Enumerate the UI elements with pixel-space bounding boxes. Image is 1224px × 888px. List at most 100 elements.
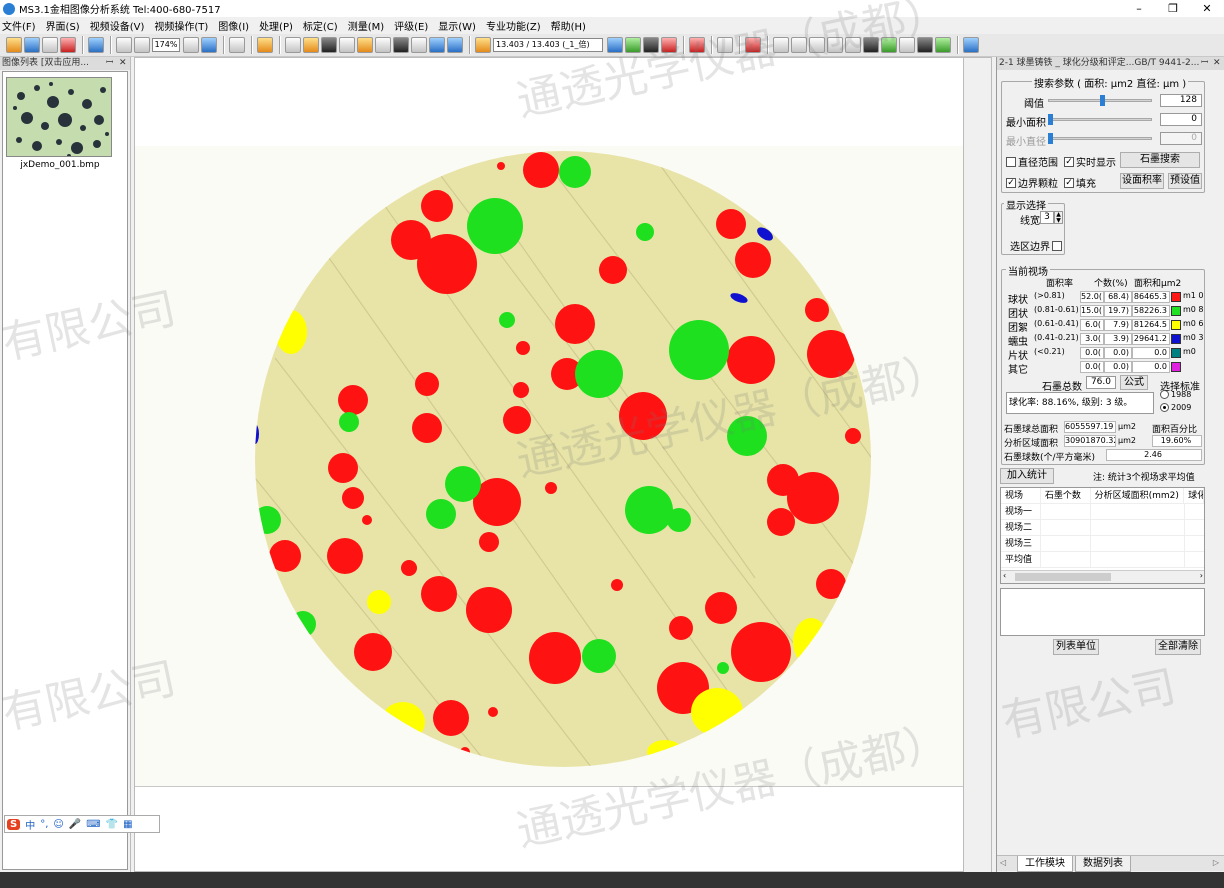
power-icon[interactable] <box>689 37 705 53</box>
color-wheel-icon[interactable] <box>661 37 677 53</box>
linewidth-value[interactable]: 3 <box>1040 211 1054 224</box>
threshold-slider-thumb[interactable] <box>1100 95 1105 106</box>
camera-icon[interactable] <box>393 37 409 53</box>
graphite-search-button[interactable]: 石墨搜索 <box>1120 152 1200 168</box>
contrast-icon[interactable] <box>863 37 879 53</box>
save-icon[interactable] <box>88 37 104 53</box>
open-image-icon[interactable] <box>24 37 40 53</box>
set-area-ratio-button[interactable]: 设面积率 <box>1120 173 1164 189</box>
lightning-icon[interactable] <box>357 37 373 53</box>
ime-punctuation-icon[interactable]: °, <box>40 819 48 830</box>
panel-close-icon[interactable]: ✕ <box>1213 57 1221 70</box>
fill-checkbox[interactable]: ✓ 填充 <box>1064 175 1096 190</box>
text-n-icon[interactable] <box>791 37 807 53</box>
capture-icon[interactable] <box>229 37 245 53</box>
ime-emoji-icon[interactable]: ☺ <box>53 819 63 830</box>
diameter-range-checkbox[interactable]: 直径范围 <box>1006 154 1058 169</box>
menu-image[interactable]: 图像(I) <box>218 18 249 33</box>
grayscale-icon[interactable] <box>899 37 915 53</box>
menu-professional[interactable]: 专业功能(Z) <box>486 18 541 33</box>
menu-display[interactable]: 显示(W) <box>438 18 476 33</box>
scrollbar-thumb[interactable] <box>1015 573 1111 581</box>
menu-help[interactable]: 帮助(H) <box>551 18 586 33</box>
snowflake-icon[interactable] <box>845 37 861 53</box>
table-row[interactable]: 视场一 <box>1001 504 1204 520</box>
tab-data-list[interactable]: 数据列表 <box>1075 856 1131 872</box>
info-icon[interactable] <box>963 37 979 53</box>
print-icon[interactable] <box>42 37 58 53</box>
export-icon[interactable] <box>607 37 623 53</box>
min-diameter-slider[interactable] <box>1048 133 1152 144</box>
minimize-button[interactable]: – <box>1122 0 1156 17</box>
tab-scroll-left-icon[interactable]: ◁ <box>1000 858 1006 867</box>
scroll-right-icon[interactable]: › <box>1200 571 1203 580</box>
fit-icon[interactable] <box>116 37 132 53</box>
pin-icon[interactable]: ꟷ <box>1201 57 1208 70</box>
threshold-slider[interactable] <box>1048 95 1152 106</box>
formula-button[interactable]: 公式 <box>1120 375 1148 390</box>
settings-icon[interactable] <box>339 37 355 53</box>
lens-icon[interactable] <box>411 37 427 53</box>
preset-button[interactable]: 预设值 <box>1168 173 1202 189</box>
clear-all-button[interactable]: 全部清除 <box>1155 639 1201 655</box>
open-folder-icon[interactable] <box>6 37 22 53</box>
threshold-value[interactable]: 128 <box>1160 94 1202 107</box>
ruler-bars-icon[interactable] <box>475 37 491 53</box>
close-image-icon[interactable] <box>60 37 76 53</box>
min-area-value[interactable]: 0 <box>1160 113 1202 126</box>
pen-icon[interactable] <box>809 37 825 53</box>
min-area-slider[interactable] <box>1048 114 1152 125</box>
standard-1988-radio[interactable]: 1988 <box>1160 390 1191 399</box>
ime-toolbar[interactable]: S 中 °, ☺ 🎤 ⌨ 👕 ▦ <box>4 815 160 833</box>
report-icon[interactable] <box>625 37 641 53</box>
spray-icon[interactable] <box>375 37 391 53</box>
min-area-slider-thumb[interactable] <box>1048 114 1053 125</box>
list-unit-button[interactable]: 列表单位 <box>1053 639 1099 655</box>
menu-video-operation[interactable]: 视频操作(T) <box>154 18 208 33</box>
zoom-out-icon[interactable] <box>183 37 199 53</box>
ime-chinese-mode[interactable]: 中 <box>25 817 35 832</box>
min-diameter-value[interactable]: 0 <box>1160 132 1202 145</box>
color-swatch[interactable] <box>1171 292 1181 302</box>
menu-interface[interactable]: 界面(S) <box>46 18 80 33</box>
ime-skin-icon[interactable]: 👕 <box>106 819 118 830</box>
table-row[interactable]: 平均值 <box>1001 552 1204 568</box>
restore-button[interactable]: ❐ <box>1156 0 1190 17</box>
micrograph-canvas[interactable] <box>135 58 963 786</box>
tab-scroll-right-icon[interactable]: ▷ <box>1213 858 1219 867</box>
ime-keyboard-icon[interactable]: ⌨ <box>86 819 100 830</box>
grid-icon[interactable] <box>285 37 301 53</box>
panel-close-icon[interactable]: ✕ <box>119 57 127 70</box>
notes-area[interactable] <box>1000 588 1205 636</box>
palette-icon[interactable] <box>881 37 897 53</box>
tab-work-module[interactable]: 工作模块 <box>1017 856 1073 872</box>
scale-icon[interactable] <box>447 37 463 53</box>
menu-measure[interactable]: 测量(M) <box>348 18 384 33</box>
invert-icon[interactable] <box>917 37 933 53</box>
table-horizontal-scrollbar[interactable]: ‹ › <box>1001 570 1204 583</box>
annotate-icon[interactable] <box>745 37 761 53</box>
particle-icon[interactable] <box>303 37 319 53</box>
realtime-checkbox[interactable]: ✓ 实时显示 <box>1064 154 1116 169</box>
selection-border-checkbox[interactable]: 选区边界 <box>1010 238 1064 253</box>
image-viewer[interactable] <box>134 57 992 873</box>
edge-particle-checkbox[interactable]: ✓ 边界颗粒 <box>1006 175 1058 190</box>
table-row[interactable]: 视场二 <box>1001 520 1204 536</box>
zoom-level[interactable]: 174% <box>152 38 180 52</box>
color-swatch[interactable] <box>1171 362 1181 372</box>
color-swatch[interactable] <box>1171 306 1181 316</box>
menu-rating[interactable]: 评级(E) <box>394 18 428 33</box>
zoom-fit-icon[interactable] <box>201 37 217 53</box>
histogram-icon[interactable] <box>935 37 951 53</box>
ime-voice-icon[interactable]: 🎤 <box>69 819 81 830</box>
linewidth-spinner-icon[interactable]: ▲ ▼ <box>1054 211 1063 224</box>
film-icon[interactable] <box>643 37 659 53</box>
menu-video-device[interactable]: 视频设备(V) <box>90 18 145 33</box>
pin-icon[interactable]: ꟷ <box>106 57 113 70</box>
ime-tools-icon[interactable]: ▦ <box>123 819 132 830</box>
aperture-icon[interactable] <box>321 37 337 53</box>
add-statistics-button[interactable]: 加入统计 <box>1000 468 1054 484</box>
table-row[interactable]: 视场三 <box>1001 536 1204 552</box>
undo-icon[interactable] <box>717 37 733 53</box>
ime-logo-icon[interactable]: S <box>7 818 21 830</box>
